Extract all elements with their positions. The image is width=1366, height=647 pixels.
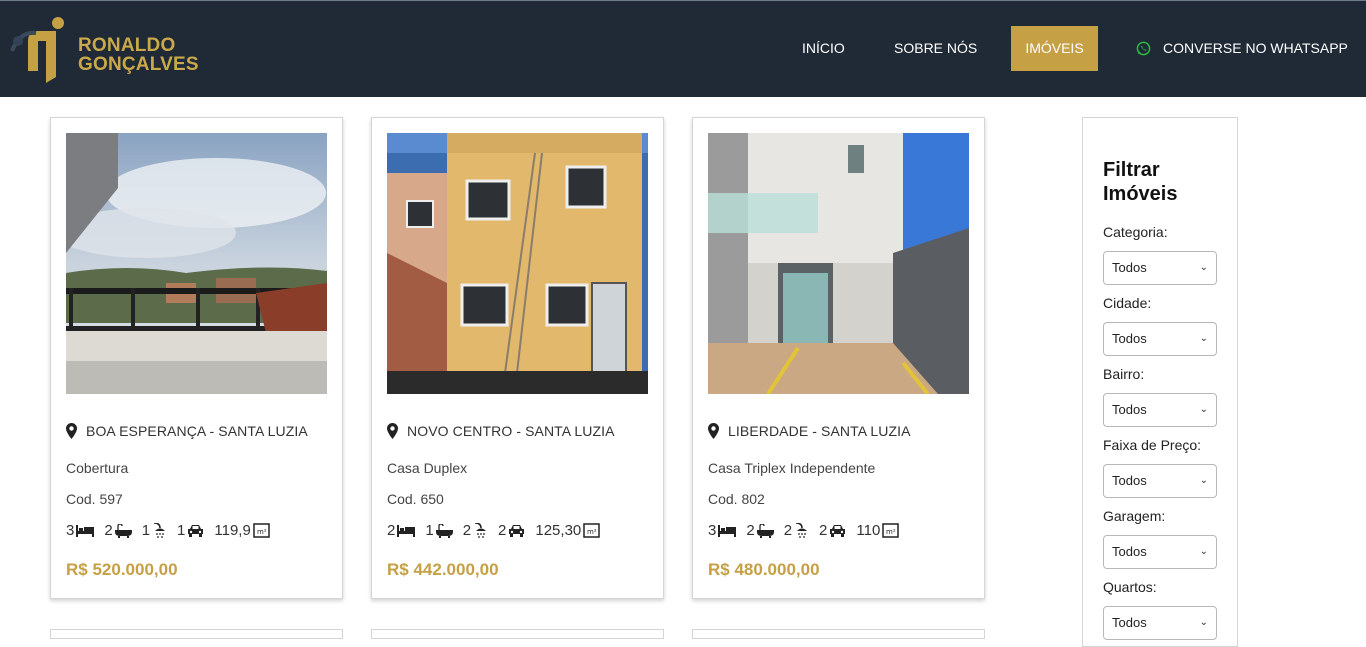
- suites-count: 2: [462, 522, 472, 539]
- area-value: 119,9: [214, 522, 251, 539]
- nav-sobre-nos[interactable]: SOBRE NÓS: [894, 26, 977, 71]
- property-card[interactable]: NOVO CENTRO - SANTA LUZIA Casa Duplex Co…: [371, 117, 664, 599]
- property-card[interactable]: [692, 629, 985, 639]
- property-location: NOVO CENTRO - SANTA LUZIA: [387, 423, 615, 439]
- site-header: RONALDO GONÇALVES INÍCIO SOBRE NÓS IMÓVE…: [0, 0, 1366, 97]
- area-m2-icon: m²: [882, 523, 900, 538]
- filter-label-categoria: Categoria:: [1103, 224, 1168, 240]
- location-text: LIBERDADE - SANTA LUZIA: [728, 423, 911, 439]
- nav-whatsapp[interactable]: CONVERSE NO WHATSAPP: [1136, 26, 1348, 71]
- nav-inicio[interactable]: INÍCIO: [802, 26, 845, 71]
- property-price: R$ 520.000,00: [66, 560, 178, 579]
- property-features: 3 2 2 2 110 m²: [708, 522, 909, 539]
- garage-count: 1: [177, 522, 186, 539]
- baths-count: 1: [425, 522, 434, 539]
- property-price: R$ 442.000,00: [387, 560, 499, 579]
- chevron-down-icon: ⌄: [1199, 404, 1208, 415]
- shower-icon: [796, 522, 808, 538]
- whatsapp-icon: [1136, 41, 1151, 56]
- location-text: BOA ESPERANÇA - SANTA LUZIA: [86, 423, 308, 439]
- garagem-select[interactable]: Todos ⌄: [1103, 535, 1217, 569]
- svg-text:m²: m²: [257, 528, 267, 536]
- suites-count: 2: [783, 522, 793, 539]
- property-card[interactable]: [371, 629, 664, 639]
- svg-text:m²: m²: [587, 528, 597, 536]
- location-text: NOVO CENTRO - SANTA LUZIA: [407, 423, 615, 439]
- faixa-preco-select[interactable]: Todos ⌄: [1103, 464, 1217, 498]
- baths-count: 2: [746, 522, 755, 539]
- bathtub-icon: [114, 523, 132, 538]
- property-code: Cod. 597: [66, 491, 123, 507]
- property-location: BOA ESPERANÇA - SANTA LUZIA: [66, 423, 308, 439]
- property-features: 2 1 2 2 125,30 m²: [387, 522, 610, 539]
- chevron-down-icon: ⌄: [1199, 617, 1208, 628]
- chevron-down-icon: ⌄: [1199, 262, 1208, 273]
- suites-count: 1: [141, 522, 151, 539]
- filter-panel: Filtrar Imóveis Categoria: Todos ⌄ Cidade…: [1082, 117, 1238, 647]
- beds-count: 3: [66, 522, 75, 539]
- car-icon: [830, 525, 846, 537]
- baths-count: 2: [104, 522, 113, 539]
- garage-count: 2: [819, 522, 828, 539]
- property-features: 3 2 1 1 119,9 m²: [66, 522, 280, 539]
- property-photo[interactable]: [708, 133, 969, 394]
- filter-label-cidade: Cidade:: [1103, 295, 1152, 311]
- property-code: Cod. 802: [708, 491, 765, 507]
- shower-icon: [154, 522, 166, 538]
- bathtub-icon: [756, 523, 774, 538]
- filter-label-quartos: Quartos:: [1103, 579, 1157, 595]
- property-card[interactable]: BOA ESPERANÇA - SANTA LUZIA Cobertura Co…: [50, 117, 343, 599]
- svg-text:m²: m²: [886, 528, 896, 536]
- property-card[interactable]: LIBERDADE - SANTA LUZIA Casa Triplex Ind…: [692, 117, 985, 599]
- filter-title: Filtrar Imóveis: [1103, 159, 1178, 205]
- whatsapp-label: CONVERSE NO WHATSAPP: [1163, 40, 1348, 56]
- area-m2-icon: m²: [253, 523, 270, 538]
- map-pin-icon: [387, 423, 398, 439]
- chevron-down-icon: ⌄: [1199, 546, 1208, 557]
- map-pin-icon: [708, 423, 719, 439]
- nav-imoveis[interactable]: IMÓVEIS: [1011, 26, 1098, 71]
- area-value: 125,30: [535, 522, 582, 539]
- chevron-down-icon: ⌄: [1199, 333, 1208, 344]
- beds-count: 3: [708, 522, 717, 539]
- map-pin-icon: [66, 423, 77, 439]
- property-location: LIBERDADE - SANTA LUZIA: [708, 423, 911, 439]
- property-type: Casa Duplex: [387, 460, 468, 476]
- property-card[interactable]: [50, 629, 343, 639]
- categoria-select[interactable]: Todos ⌄: [1103, 251, 1217, 285]
- bed-icon: [718, 524, 737, 537]
- garage-count: 2: [498, 522, 507, 539]
- filter-label-garagem: Garagem:: [1103, 508, 1166, 524]
- property-type: Casa Triplex Independente: [708, 460, 876, 476]
- car-icon: [509, 525, 525, 537]
- quartos-select[interactable]: Todos ⌄: [1103, 606, 1217, 640]
- property-price: R$ 480.000,00: [708, 560, 820, 579]
- area-value: 110: [856, 522, 881, 539]
- brand-name: RONALDO GONÇALVES: [78, 35, 199, 75]
- brand-logo[interactable]: RONALDO GONÇALVES: [8, 11, 208, 83]
- beds-count: 2: [387, 522, 396, 539]
- brand-emblem-icon: [10, 17, 64, 83]
- bed-icon: [397, 524, 416, 537]
- cidade-select[interactable]: Todos ⌄: [1103, 322, 1217, 356]
- property-photo[interactable]: [387, 133, 648, 394]
- car-icon: [188, 525, 204, 537]
- bairro-select[interactable]: Todos ⌄: [1103, 393, 1217, 427]
- bed-icon: [76, 524, 95, 537]
- filter-label-bairro: Bairro:: [1103, 366, 1145, 382]
- area-m2-icon: m²: [583, 523, 601, 538]
- property-code: Cod. 650: [387, 491, 444, 507]
- property-type: Cobertura: [66, 460, 129, 476]
- bathtub-icon: [435, 523, 453, 538]
- chevron-down-icon: ⌄: [1199, 475, 1208, 486]
- filter-label-faixa-preco: Faixa de Preço:: [1103, 437, 1202, 453]
- shower-icon: [475, 522, 487, 538]
- property-photo[interactable]: [66, 133, 327, 394]
